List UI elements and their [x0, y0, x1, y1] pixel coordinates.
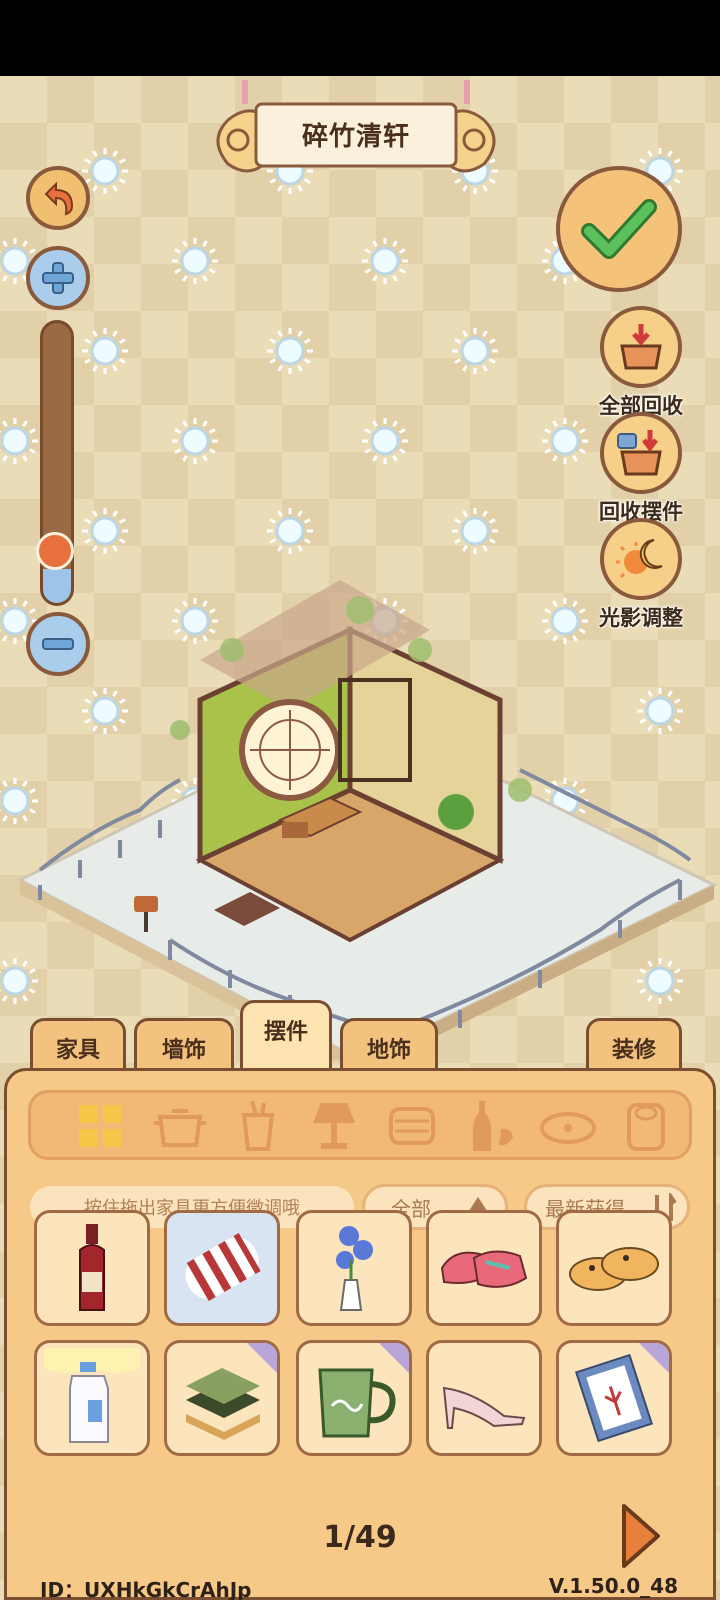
tab-label: 摆件: [263, 1019, 308, 1045]
sun-icon: [172, 418, 218, 464]
status-bar: [0, 0, 720, 76]
pot-icon[interactable]: [150, 1098, 210, 1154]
tab-label: 家具: [55, 1037, 100, 1063]
checkmark-icon: [581, 199, 657, 259]
tab-wall-decor[interactable]: 墙饰: [134, 1018, 234, 1074]
new-badge: [245, 1343, 277, 1375]
room-scene[interactable]: [0, 540, 720, 1074]
recycle-all-icon: [600, 306, 682, 388]
item-slot-photo-frame[interactable]: [556, 1340, 672, 1456]
new-badge: [377, 1343, 409, 1375]
sun-icon: [0, 418, 38, 464]
sun-icon: [172, 238, 218, 284]
item-slot-high-heels[interactable]: [426, 1340, 542, 1456]
striped-pillow-icon: [185, 1232, 261, 1302]
plus-icon: [42, 262, 74, 294]
bunny-slippers-icon: [569, 1247, 659, 1291]
pink-sneakers-icon: [440, 1250, 528, 1288]
all-grid-icon[interactable]: [70, 1098, 130, 1154]
item-slot-flower-vase[interactable]: [296, 1210, 412, 1326]
player-id: ID：UXHkGkCrAhJp: [40, 1578, 252, 1600]
tab-furniture[interactable]: 家具: [30, 1018, 126, 1074]
page-title: 碎竹清轩: [301, 122, 410, 152]
page-indicator: 1/49: [323, 1520, 397, 1555]
cup-icon[interactable]: [228, 1098, 288, 1154]
sun-icon: [362, 238, 408, 284]
recycle-ornament-tool[interactable]: 回收摆件: [586, 412, 696, 526]
tab-floor-decor[interactable]: 地饰: [340, 1018, 438, 1074]
tab-renovation[interactable]: 装修: [586, 1018, 682, 1074]
bottle-icon[interactable]: [462, 1098, 522, 1154]
undo-arrow-icon: [44, 181, 74, 216]
recycle-all-tool[interactable]: 全部回收: [586, 306, 696, 420]
undo-button[interactable]: [26, 166, 90, 230]
isometric-room-illustration: [16, 580, 718, 1074]
item-slot-pink-sneakers[interactable]: [426, 1210, 542, 1326]
sun-icon: [362, 418, 408, 464]
item-slot-milk-bottle[interactable]: [34, 1340, 150, 1456]
pillow-icon[interactable]: [382, 1098, 442, 1154]
lamp-icon[interactable]: [304, 1098, 364, 1154]
item-slot-bunny-slippers[interactable]: [556, 1210, 672, 1326]
item-slot-green-mug[interactable]: [296, 1340, 412, 1456]
sun-icon: [452, 328, 498, 374]
tab-label: 墙饰: [161, 1037, 206, 1063]
zoom-in-button[interactable]: [26, 246, 90, 310]
next-page-button[interactable]: [620, 1502, 662, 1570]
sun-icon: [542, 418, 588, 464]
sun-icon: [267, 328, 313, 374]
flower-vase-icon: [336, 1226, 373, 1311]
high-heels-icon: [442, 1386, 526, 1429]
pet-bowl-icon[interactable]: [538, 1098, 598, 1154]
game-screen: 碎竹清轩 全部回收 回收摆件 光影调整 家具 墙饰 摆件 地饰 装修 按住拖出家…: [0, 0, 720, 1600]
sun-icon: [82, 328, 128, 374]
item-slot-wine-bottle[interactable]: [34, 1210, 150, 1326]
confirm-button[interactable]: [556, 166, 682, 292]
milk-bottle-icon: [44, 1348, 140, 1443]
title-plaque: 碎竹清轩: [208, 74, 504, 190]
recycle-ornament-icon: [600, 412, 682, 494]
version-label: V.1.50.0_48: [548, 1574, 678, 1598]
tab-label: 装修: [611, 1037, 656, 1063]
item-slot-book-stack[interactable]: [164, 1340, 280, 1456]
paper-roll-icon[interactable]: [616, 1098, 676, 1154]
play-arrow-icon: [622, 1504, 660, 1568]
wine-bottle-icon: [79, 1224, 105, 1311]
new-badge: [637, 1343, 669, 1375]
tab-label: 地饰: [366, 1037, 411, 1063]
item-slot-striped-pillow[interactable]: [164, 1210, 280, 1326]
